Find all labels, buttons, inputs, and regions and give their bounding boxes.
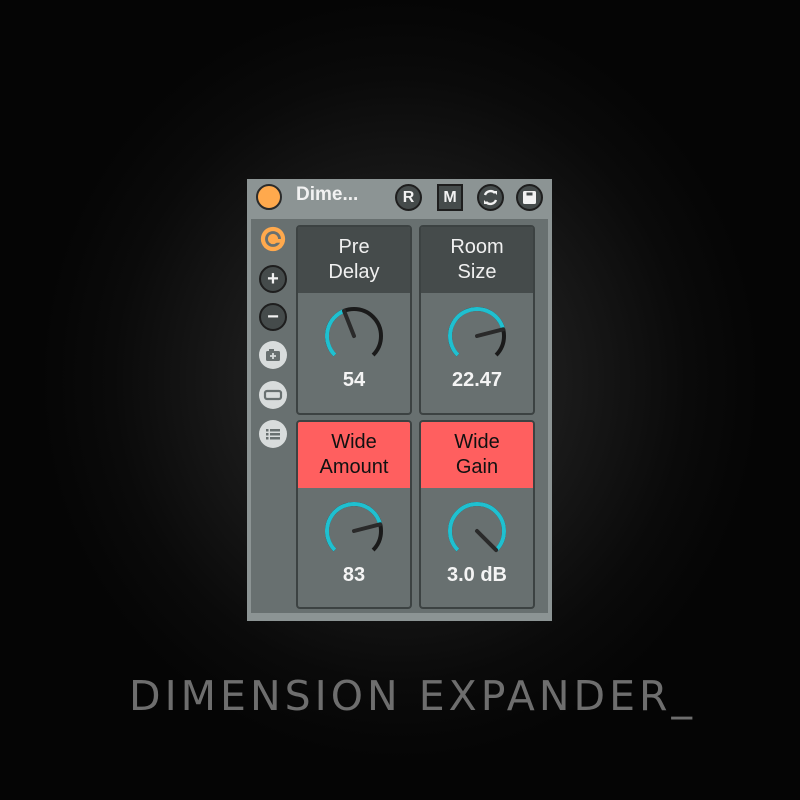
param-label: Wide Gain [421,422,533,488]
knob-dial[interactable] [298,496,410,566]
list-icon [266,429,280,440]
add-icon: + [267,267,279,290]
list-button[interactable] [259,420,287,448]
save-button[interactable] [516,184,543,211]
device-rack: Dime... R M + − Pre Delay 54 Room Size 2… [247,179,552,621]
knob-dial[interactable] [298,301,410,371]
add-preset-button[interactable] [259,341,287,369]
param-label: Wide Amount [298,422,410,488]
param-label-line: Pre [338,236,370,258]
r-button[interactable]: R [395,184,422,211]
param-label-line: Room [450,236,504,258]
knob-value-arc [325,309,345,357]
minimize-icon [263,389,283,401]
product-caption: DIMENSION EXPANDER_ [129,672,696,720]
hot-swap-button[interactable] [259,225,287,253]
refresh-icon [483,189,498,206]
refresh-button[interactable] [477,184,504,211]
remove-button[interactable]: − [259,303,287,331]
param-label-line: Gain [455,456,499,478]
param-label-line: Amount [319,456,389,478]
param-label-line: Wide [454,431,500,453]
knob-dial[interactable] [421,301,533,371]
device-body: + − Pre Delay 54 Room Size 22.47 Wide Am… [251,219,548,613]
param-pre-delay: Pre Delay 54 [296,225,412,415]
knob-value-arc [448,502,506,552]
knob-needle [475,327,506,338]
param-wide-gain: Wide Gain 3.0 dB [419,420,535,609]
param-value[interactable]: 3.0 dB [421,564,533,587]
m-button[interactable]: M [437,184,463,211]
remove-icon: − [267,305,279,328]
param-room-size: Room Size 22.47 [419,225,535,415]
param-value[interactable]: 22.47 [421,369,533,392]
param-label: Room Size [421,227,533,293]
param-wide-amount: Wide Amount 83 [296,420,412,609]
knob-needle [352,522,383,533]
device-power-toggle[interactable] [256,184,282,210]
param-value[interactable]: 54 [298,369,410,392]
param-label: Pre Delay [298,227,410,293]
knob-dial[interactable] [421,496,533,566]
knob-needle [342,308,356,338]
add-button[interactable]: + [259,265,287,293]
device-title[interactable]: Dime... [296,184,358,206]
device-header: Dime... R M [247,179,552,215]
param-value[interactable]: 83 [298,564,410,587]
param-label-line: Delay [328,261,380,283]
hot-swap-icon [260,226,286,252]
save-icon [523,191,536,204]
minimize-button[interactable] [259,381,287,409]
add-preset-icon [266,349,280,361]
param-label-line: Size [457,261,497,283]
knob-needle [475,529,499,553]
param-label-line: Wide [331,431,377,453]
